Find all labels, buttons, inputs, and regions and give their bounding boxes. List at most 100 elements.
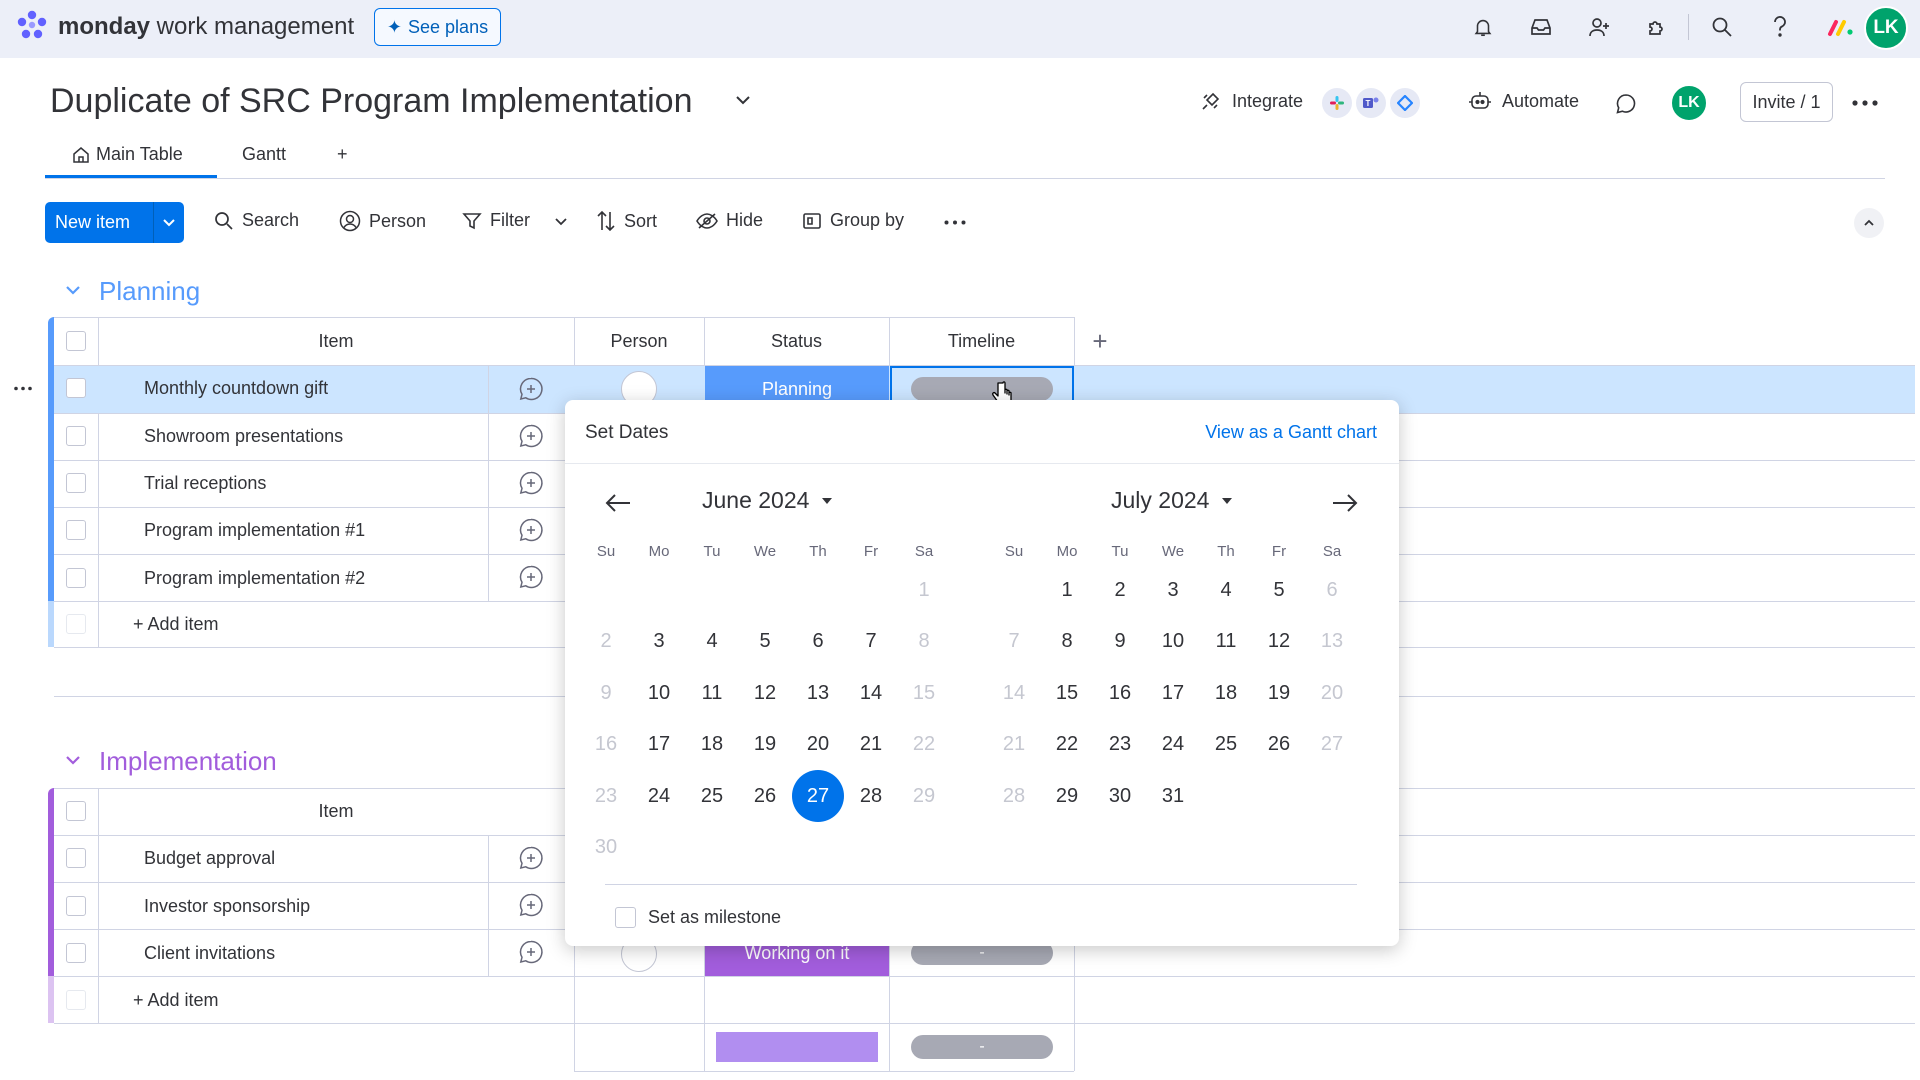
add-item-button[interactable]: + Add item — [133, 614, 219, 635]
calendar-day[interactable]: 1 — [898, 564, 950, 616]
calendar-day[interactable]: 28 — [845, 770, 897, 822]
row-checkbox[interactable] — [66, 426, 86, 446]
add-update-icon[interactable] — [518, 470, 544, 496]
calendar-day[interactable]: 11 — [686, 667, 738, 719]
group-title-implementation[interactable]: Implementation — [99, 746, 277, 777]
view-gantt-link[interactable]: View as a Gantt chart — [1205, 422, 1377, 443]
calendar-day[interactable]: 8 — [898, 616, 950, 668]
calendar-day[interactable]: 3 — [1147, 564, 1199, 616]
calendar-day[interactable]: 12 — [1253, 616, 1305, 668]
row-checkbox[interactable] — [66, 848, 86, 868]
calendar-day[interactable]: 10 — [1147, 616, 1199, 668]
notifications-bell-icon[interactable] — [1468, 12, 1498, 42]
calendar-day[interactable]: 23 — [1094, 719, 1146, 771]
item-name[interactable]: Trial receptions — [144, 473, 266, 494]
search-button[interactable]: Search — [214, 210, 299, 231]
help-icon[interactable] — [1765, 12, 1795, 42]
calendar-day[interactable]: 28 — [988, 770, 1040, 822]
calendar-day[interactable]: 25 — [1200, 719, 1252, 771]
group-collapse-chevron-icon[interactable] — [64, 754, 82, 766]
item-name[interactable]: Program implementation #1 — [144, 520, 365, 541]
left-month-select[interactable]: June 2024 — [702, 487, 833, 514]
next-month-arrow-icon[interactable] — [1331, 492, 1359, 514]
calendar-day[interactable]: 9 — [580, 667, 632, 719]
calendar-day[interactable]: 11 — [1200, 616, 1252, 668]
calendar-day[interactable]: 30 — [1094, 770, 1146, 822]
calendar-day[interactable]: 18 — [686, 719, 738, 771]
calendar-day[interactable]: 20 — [1306, 667, 1358, 719]
chevron-down-icon[interactable] — [154, 218, 184, 228]
milestone-label[interactable]: Set as milestone — [648, 907, 781, 928]
add-update-icon[interactable] — [518, 376, 544, 402]
calendar-day[interactable]: 13 — [792, 667, 844, 719]
hide-button[interactable]: Hide — [696, 210, 763, 231]
calendar-day[interactable]: 14 — [988, 667, 1040, 719]
row-checkbox[interactable] — [66, 896, 86, 916]
calendar-day[interactable]: 24 — [633, 770, 685, 822]
calendar-day[interactable]: 12 — [739, 667, 791, 719]
calendar-day[interactable]: 16 — [580, 719, 632, 771]
column-header-person[interactable]: Person — [574, 331, 704, 352]
monday-logo-icon[interactable] — [14, 8, 50, 44]
calendar-day[interactable]: 5 — [739, 616, 791, 668]
status-summary-bar[interactable] — [716, 1032, 878, 1062]
group-by-button[interactable]: Group by — [802, 210, 904, 231]
calendar-day[interactable]: 29 — [1041, 770, 1093, 822]
add-update-icon[interactable] — [518, 892, 544, 918]
add-update-icon[interactable] — [518, 845, 544, 871]
filter-button[interactable]: Filter — [462, 210, 530, 231]
right-month-select[interactable]: July 2024 — [1111, 487, 1233, 514]
calendar-day[interactable]: 6 — [1306, 564, 1358, 616]
board-member-avatar[interactable]: LK — [1670, 84, 1708, 122]
previous-month-arrow-icon[interactable] — [604, 492, 632, 514]
calendar-day[interactable]: 10 — [633, 667, 685, 719]
add-view-button[interactable]: + — [337, 144, 348, 165]
row-checkbox[interactable] — [66, 943, 86, 963]
calendar-day[interactable]: 23 — [580, 770, 632, 822]
column-header-timeline[interactable]: Timeline — [889, 331, 1074, 352]
calendar-day[interactable]: 21 — [845, 719, 897, 771]
calendar-day[interactable]: 25 — [686, 770, 738, 822]
item-name[interactable]: Monthly countdown gift — [144, 378, 328, 399]
row-checkbox[interactable] — [66, 473, 86, 493]
group-title-planning[interactable]: Planning — [99, 276, 200, 307]
filter-dropdown-chevron-icon[interactable] — [554, 217, 568, 227]
add-item-button[interactable]: + Add item — [133, 990, 219, 1011]
search-icon[interactable] — [1707, 12, 1737, 42]
calendar-day[interactable]: 7 — [988, 616, 1040, 668]
calendar-day[interactable]: 22 — [898, 719, 950, 771]
brand-name[interactable]: monday work management — [58, 13, 354, 41]
collapse-header-button[interactable] — [1854, 208, 1884, 238]
milestone-checkbox[interactable] — [615, 907, 636, 928]
item-name[interactable]: Program implementation #2 — [144, 568, 365, 589]
integrate-button[interactable]: Integrate — [1200, 90, 1303, 112]
calendar-day[interactable]: 2 — [580, 616, 632, 668]
calendar-day[interactable]: 27 — [792, 770, 844, 822]
calendar-day[interactable]: 9 — [1094, 616, 1146, 668]
calendar-day[interactable]: 2 — [1094, 564, 1146, 616]
calendar-day[interactable]: 29 — [898, 770, 950, 822]
item-name[interactable]: Investor sponsorship — [144, 896, 310, 917]
see-plans-button[interactable]: ✦ See plans — [374, 8, 501, 46]
new-item-button[interactable]: New item — [45, 202, 184, 243]
add-update-icon[interactable] — [518, 939, 544, 965]
automate-button[interactable]: Automate — [1468, 90, 1579, 112]
calendar-day[interactable]: 19 — [739, 719, 791, 771]
sort-button[interactable]: Sort — [596, 210, 657, 232]
calendar-day[interactable]: 4 — [1200, 564, 1252, 616]
toolbar-more-icon[interactable] — [944, 220, 966, 225]
tab-gantt[interactable]: Gantt — [242, 144, 286, 165]
calendar-day[interactable]: 27 — [1306, 719, 1358, 771]
calendar-day[interactable]: 3 — [633, 616, 685, 668]
invite-members-icon[interactable] — [1584, 12, 1614, 42]
column-header-item[interactable]: Item — [98, 801, 574, 822]
item-name[interactable]: Showroom presentations — [144, 426, 343, 447]
integration-badges[interactable]: T — [1322, 88, 1420, 118]
calendar-day[interactable]: 17 — [1147, 667, 1199, 719]
calendar-day[interactable]: 18 — [1200, 667, 1252, 719]
tab-main-table[interactable]: Main Table — [72, 144, 183, 165]
comment-bubble-icon[interactable] — [1614, 92, 1638, 116]
timeline-pill[interactable] — [911, 377, 1053, 401]
calendar-day[interactable]: 4 — [686, 616, 738, 668]
calendar-day[interactable]: 22 — [1041, 719, 1093, 771]
